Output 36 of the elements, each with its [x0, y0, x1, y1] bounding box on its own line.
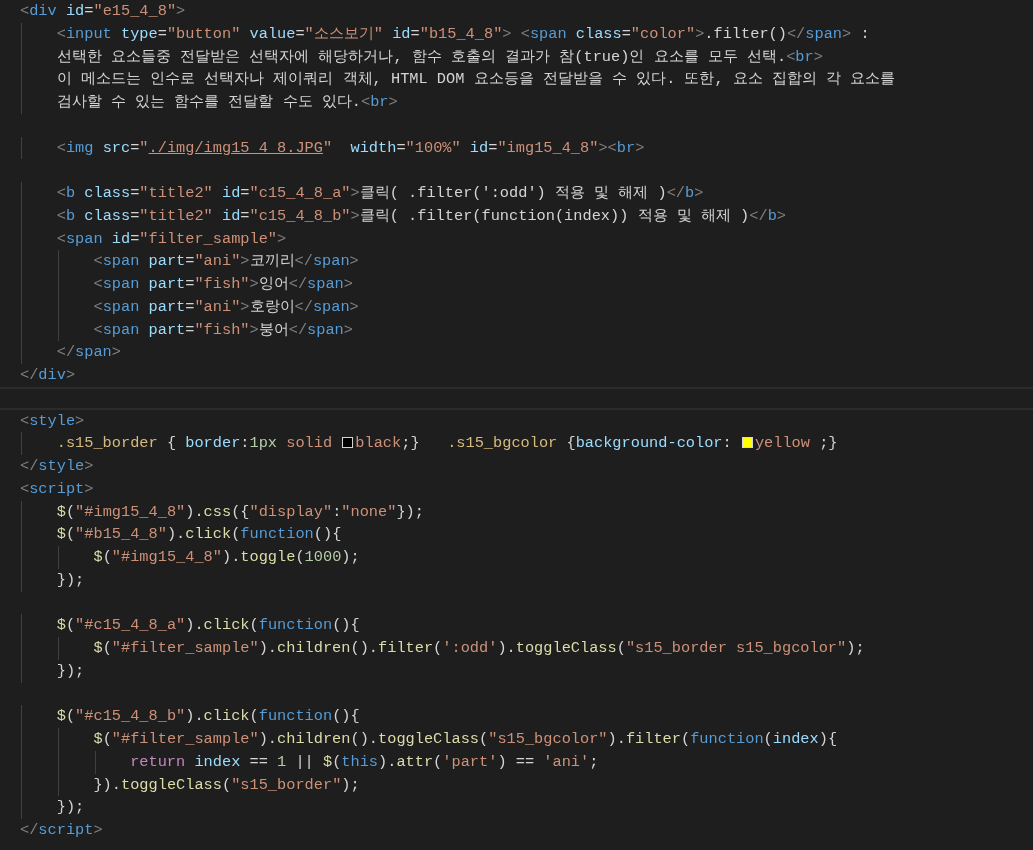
code-line: <span part="ani">호랑이</span>	[92, 296, 359, 318]
code-line: <img src="./img/img15_4_8.JPG" width="100%" id="img15_4_8"><br>	[55, 137, 645, 159]
color-swatch-icon[interactable]	[342, 437, 354, 449]
code-line: $("#filter_sample").children().filter(':odd').toggleClass("s15_border s15_bgcolor");	[92, 638, 865, 659]
color-swatch-icon[interactable]	[741, 437, 753, 449]
code-line: });	[55, 569, 85, 591]
code-line: </div>	[20, 365, 76, 386]
code-line: });	[55, 660, 85, 682]
code-line: $("#img15_4_8").toggle(1000);	[92, 547, 360, 568]
code-line: $("#filter_sample").children().toggleClass("s15_bgcolor").filter(function(index){	[92, 729, 838, 750]
code-line: <span part="fish">붕어</span>	[92, 319, 353, 341]
code-line: <b class="title2" id="c15_4_8_b">클릭( .filter(function(index)) 적용 및 해제 )</b>	[55, 205, 786, 227]
code-line: <div id="e15_4_8">	[20, 1, 186, 22]
code-line: </style>	[20, 456, 94, 477]
code-line: <input type="button" value="소스보기" id="b15_4_8"> <span class="color">.filter()</span> :	[55, 23, 870, 45]
code-line: <span part="fish">잉어</span>	[92, 274, 353, 295]
code-line: <span id="filter_sample">	[55, 228, 287, 250]
code-line: $("#b15_4_8").click(function(){	[55, 524, 342, 546]
code-text: black;} .s15_bgcolor {background-color:	[355, 433, 733, 455]
code-line: 검사할 수 있는 함수를 전달할 수도 있다.<br>	[55, 92, 398, 113]
code-line: <script>	[20, 478, 94, 500]
code-line: });	[55, 797, 85, 819]
code-line: $("#c15_4_8_a").click(function(){	[55, 615, 360, 637]
code-line: 선택한 요소들중 전달받은 선택자에 해당하거나, 함수 호출의 결과가 참(true)인 요소를 모두 선택.<br>	[55, 46, 823, 68]
code-line: 이 메소드는 인수로 선택자나 제이쿼리 객체, HTML DOM 요소등을 전달받을 수 있다. 또한, 요소 집합의 각 요소를	[55, 69, 896, 91]
code-line: return index == 1 || $(this).attr('part') == 'ani';	[129, 751, 599, 773]
code-line: </script>	[20, 820, 103, 841]
code-line: $("#c15_4_8_b").click(function(){	[55, 706, 360, 728]
code-line: }).toggleClass("s15_border");	[92, 774, 360, 796]
code-text: .s15_border { border:1px solid	[55, 433, 334, 455]
code-line: <style>	[20, 410, 85, 432]
code-line: <b class="title2" id="c15_4_8_a">클릭( .filter(':odd') 적용 및 해제 )</b>	[55, 183, 704, 204]
code-line: </span>	[55, 342, 121, 364]
code-text: yellow ;}	[754, 433, 838, 455]
code-line: $("#img15_4_8").css({"display":"none"});	[55, 501, 424, 523]
code-line: <span part="ani">코끼리</span>	[92, 251, 359, 273]
